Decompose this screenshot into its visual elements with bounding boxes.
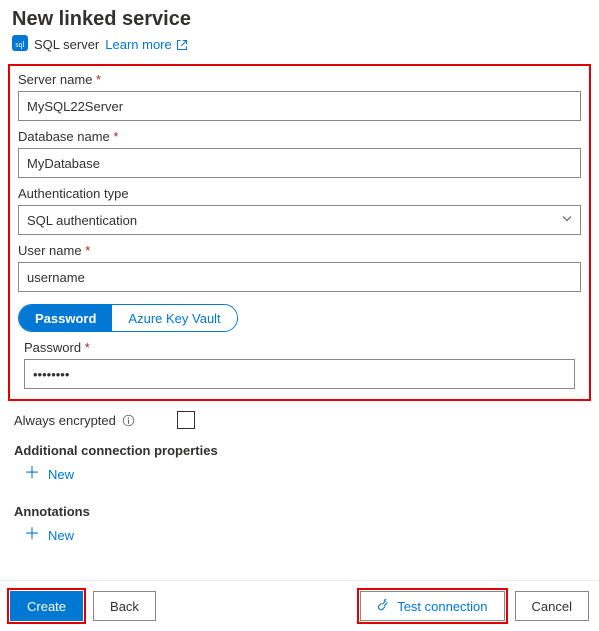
server-name-input[interactable] xyxy=(18,91,581,121)
connection-fields-box: Server name * Database name * Authentica… xyxy=(8,64,591,401)
test-connection-button[interactable]: Test connection xyxy=(360,591,504,621)
svg-text:sql: sql xyxy=(15,40,25,49)
password-tab[interactable]: Password xyxy=(19,305,112,331)
footer-bar: Create Back Test connection Cancel xyxy=(0,580,599,631)
cancel-button[interactable]: Cancel xyxy=(515,591,589,621)
user-name-input[interactable] xyxy=(18,262,581,292)
database-name-input[interactable] xyxy=(18,148,581,178)
service-type-label: SQL server xyxy=(34,37,99,52)
azure-key-vault-tab[interactable]: Azure Key Vault xyxy=(112,305,236,331)
auth-type-select[interactable] xyxy=(18,205,581,235)
database-name-label: Database name * xyxy=(18,129,581,144)
password-source-toggle: Password Azure Key Vault xyxy=(18,304,238,332)
plus-icon: ＋ xyxy=(24,527,40,543)
sql-server-icon: sql xyxy=(12,35,28,54)
server-name-label: Server name * xyxy=(18,72,581,87)
always-encrypted-label: Always encrypted xyxy=(14,413,135,428)
plug-icon xyxy=(377,599,391,613)
password-label: Password * xyxy=(24,340,575,355)
additional-properties-heading: Additional connection properties xyxy=(14,443,591,458)
external-link-icon xyxy=(176,39,188,51)
info-icon[interactable] xyxy=(122,414,135,427)
add-annotation-button[interactable]: ＋ New xyxy=(24,527,74,543)
page-title: New linked service xyxy=(8,8,591,31)
learn-more-link[interactable]: Learn more xyxy=(105,37,187,52)
service-type-row: sql SQL server Learn more xyxy=(8,35,591,54)
back-button[interactable]: Back xyxy=(93,591,156,621)
annotations-heading: Annotations xyxy=(14,504,591,519)
create-button[interactable]: Create xyxy=(10,591,83,621)
add-property-button[interactable]: ＋ New xyxy=(24,466,74,482)
user-name-label: User name * xyxy=(18,243,581,258)
always-encrypted-checkbox[interactable] xyxy=(177,411,195,429)
auth-type-label: Authentication type xyxy=(18,186,581,201)
plus-icon: ＋ xyxy=(24,466,40,482)
password-input[interactable] xyxy=(24,359,575,389)
